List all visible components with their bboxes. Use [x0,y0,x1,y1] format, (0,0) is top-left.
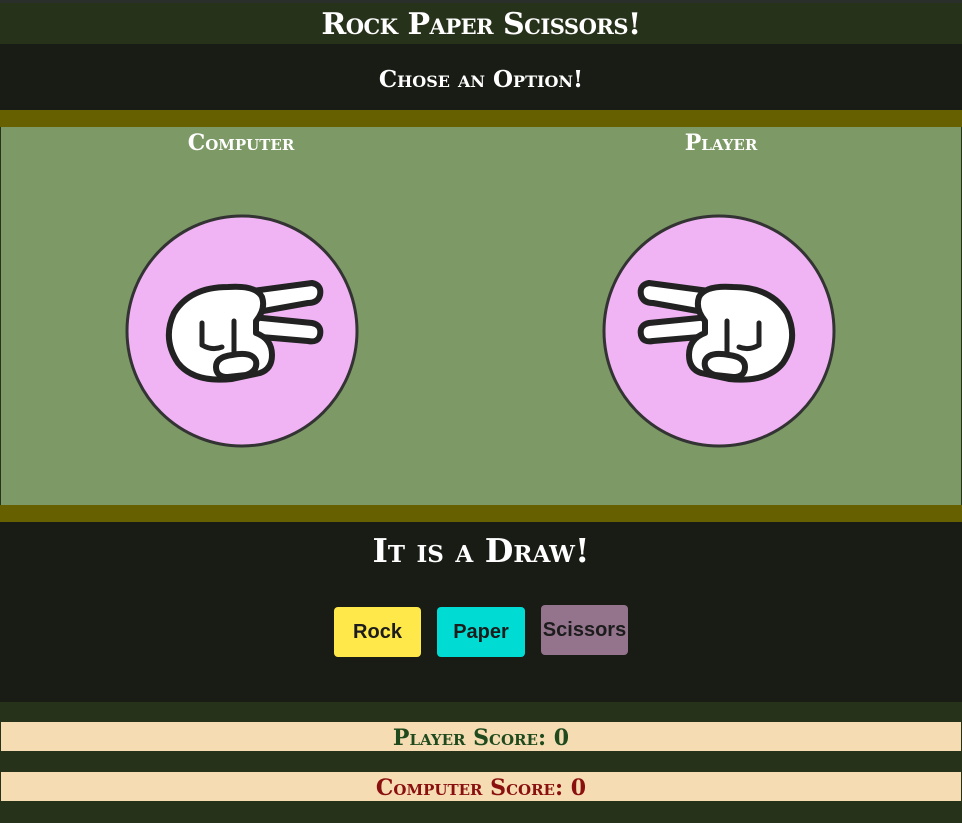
player-label: Player [684,130,758,156]
paper-button[interactable]: Paper [437,607,525,657]
bottom-divider-band [0,505,962,522]
player-score: Player Score: 0 [1,722,961,751]
choose-option-heading: Chose an Option! [0,44,962,110]
top-divider-band [0,110,962,127]
player-choice-scissors-icon [602,214,836,448]
result-message: It is a Draw! [372,531,590,570]
computer-choice-scissors-icon [125,214,359,448]
computer-score: Computer Score: 0 [1,772,961,801]
page-title: Rock Paper Scissors! [0,3,962,44]
scissors-button[interactable]: Scissors [541,605,628,655]
game-app: Rock Paper Scissors! Chose an Option! Co… [0,0,962,823]
rock-button[interactable]: Rock [334,607,421,657]
computer-label: Computer [187,130,295,156]
